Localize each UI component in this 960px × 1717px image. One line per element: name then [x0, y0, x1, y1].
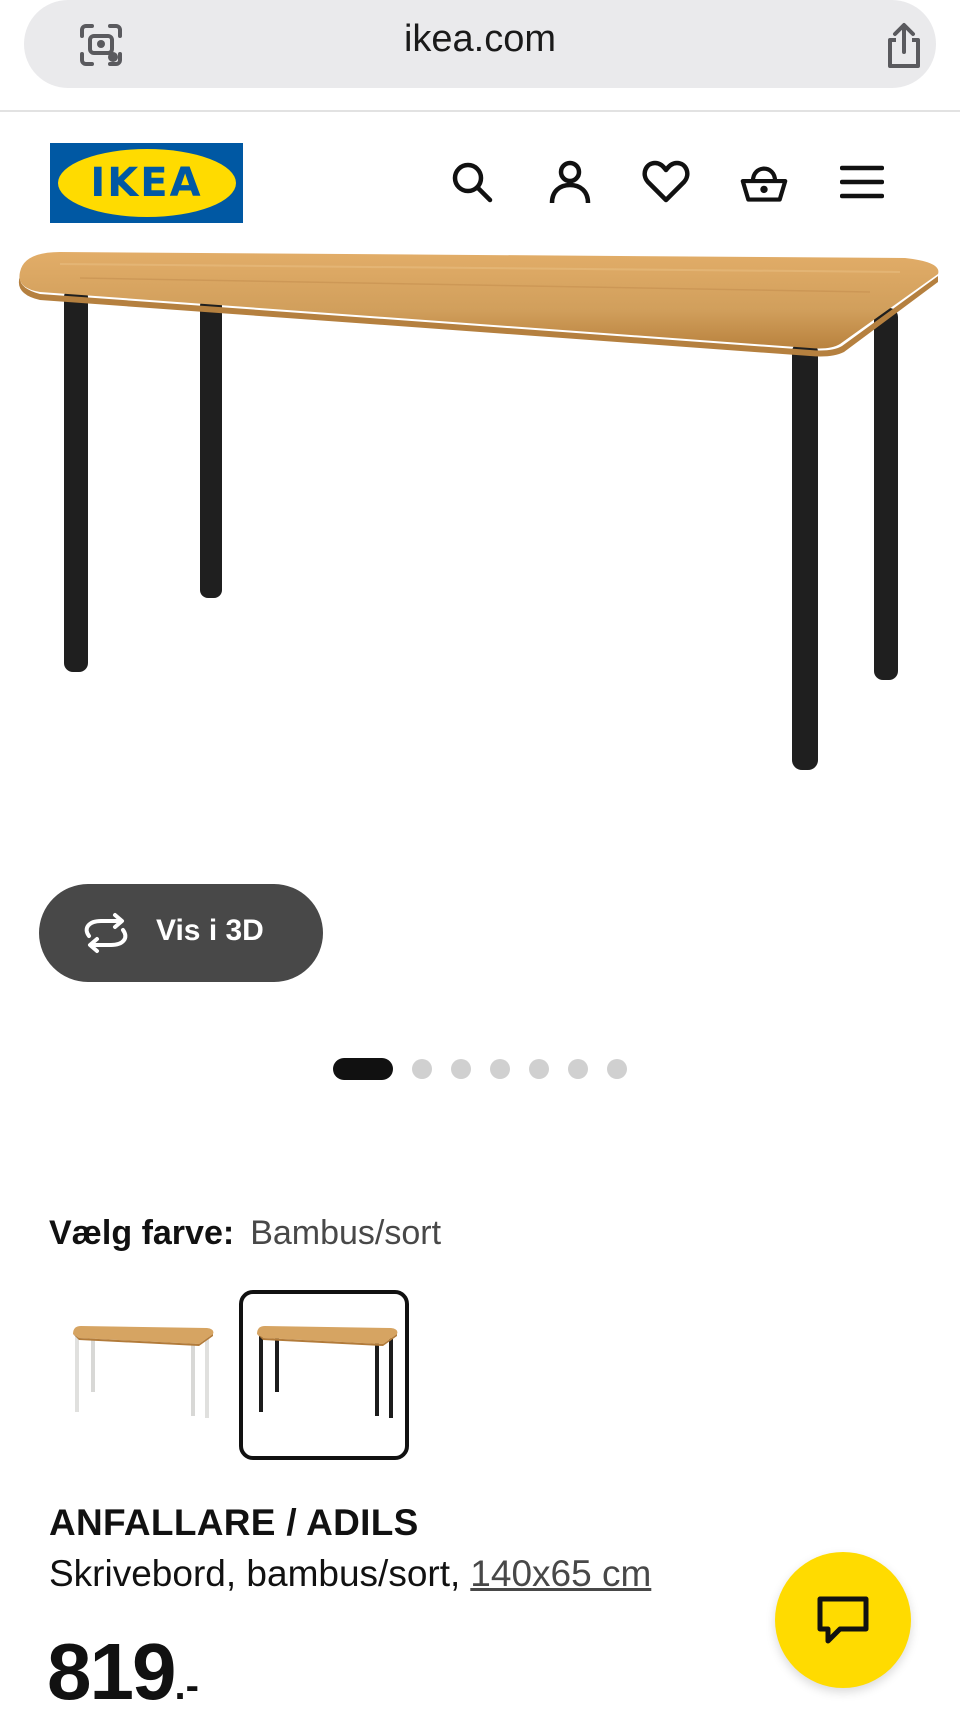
- search-icon[interactable]: [448, 158, 496, 206]
- product-name: ANFALLARE / ADILS: [49, 1502, 419, 1543]
- url-field[interactable]: ikea.com: [24, 0, 936, 88]
- product-price: 819.-: [47, 1626, 199, 1717]
- site-header: IKEA: [0, 112, 960, 252]
- carousel-dot[interactable]: [607, 1059, 627, 1079]
- heart-icon[interactable]: [642, 158, 690, 206]
- logo-text: IKEA: [90, 160, 203, 206]
- carousel-dot[interactable]: [529, 1059, 549, 1079]
- color-selector-heading: Vælg farve: Bambus/sort: [49, 1214, 441, 1253]
- browser-address-bar: ikea.com: [0, 0, 960, 112]
- price-suffix: .-: [174, 1664, 199, 1708]
- share-icon[interactable]: [882, 22, 926, 70]
- url-text: ikea.com: [403, 18, 557, 60]
- color-label: Vælg farve:: [49, 1214, 235, 1252]
- color-option-bamboo-black[interactable]: [239, 1290, 409, 1460]
- rotate-3d-icon: [84, 913, 128, 953]
- menu-icon[interactable]: [838, 158, 886, 206]
- carousel-dot[interactable]: [568, 1059, 588, 1079]
- desk-white-legs-thumbnail: [73, 1326, 214, 1418]
- product-size-link[interactable]: 140x65 cm: [470, 1553, 651, 1594]
- carousel-dot[interactable]: [412, 1059, 432, 1079]
- chat-bubble-icon: [817, 1596, 869, 1644]
- ikea-logo[interactable]: IKEA: [50, 143, 243, 223]
- carousel-indicator: [333, 1058, 627, 1080]
- product-description: Skrivebord, bambus/sort, 140x65 cm: [49, 1553, 651, 1595]
- color-value: Bambus/sort: [250, 1214, 442, 1252]
- carousel-dot-active[interactable]: [333, 1058, 393, 1080]
- view-in-3d-button[interactable]: Vis i 3D: [39, 884, 323, 982]
- basket-icon[interactable]: [740, 158, 788, 206]
- product-description-text: Skrivebord, bambus/sort,: [49, 1553, 461, 1594]
- desk-black-legs-thumbnail: [257, 1326, 398, 1418]
- product-image[interactable]: [0, 252, 960, 882]
- carousel-dot[interactable]: [490, 1059, 510, 1079]
- chat-button[interactable]: [775, 1552, 911, 1688]
- color-option-bamboo-white[interactable]: [55, 1290, 225, 1460]
- account-icon[interactable]: [546, 158, 594, 206]
- carousel-dot[interactable]: [451, 1059, 471, 1079]
- price-main: 819: [47, 1627, 176, 1716]
- view-in-3d-label: Vis i 3D: [156, 914, 264, 947]
- logo-oval: IKEA: [57, 149, 236, 217]
